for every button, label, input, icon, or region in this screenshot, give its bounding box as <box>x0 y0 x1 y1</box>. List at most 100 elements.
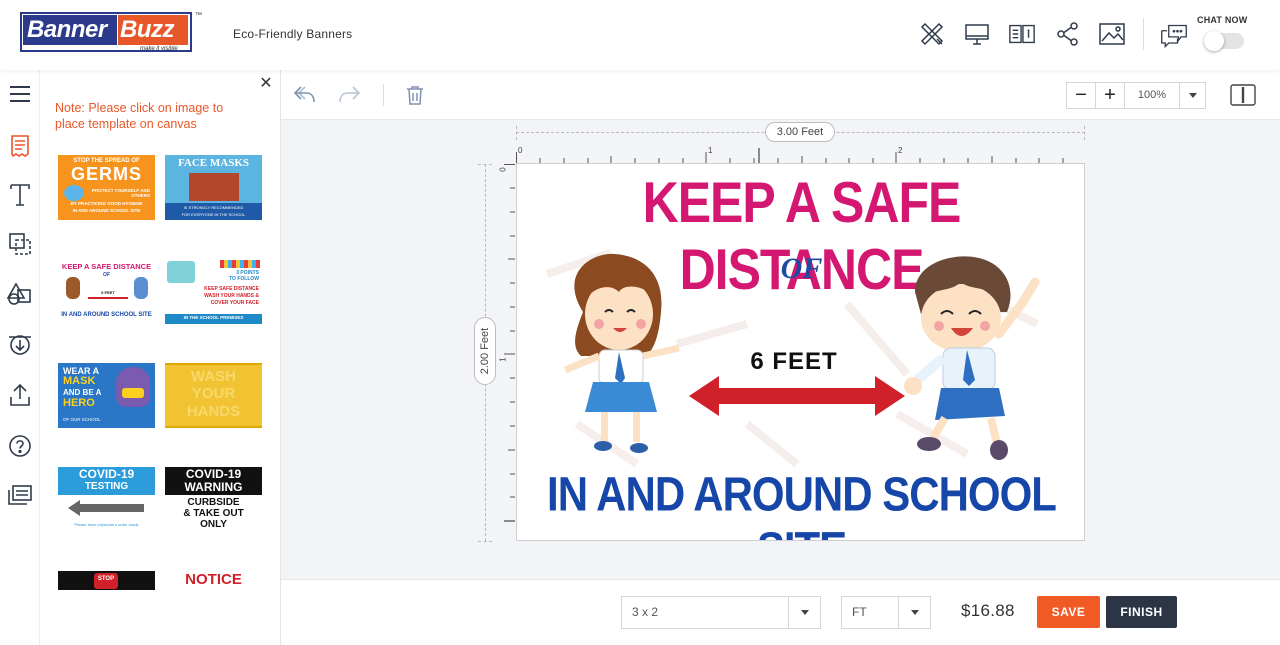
horizontal-ruler: 0 1 2 <box>516 146 1085 163</box>
template-line: COVID-19 <box>78 467 135 481</box>
height-label-pill: 2.00 Feet <box>474 317 496 385</box>
toolbar-divider <box>383 84 384 106</box>
bannerbuzz-logo[interactable]: Banner Buzz make it visible ™ <box>20 12 202 54</box>
panel-note: Note: Please click on image to place tem… <box>55 101 224 131</box>
logo-word-banner: Banner <box>23 15 117 45</box>
left-rail <box>0 70 40 645</box>
image-icon[interactable] <box>1098 20 1126 48</box>
girl-illustration[interactable] <box>553 252 693 472</box>
zoom-in-button[interactable]: + <box>1096 83 1125 108</box>
text-icon[interactable] <box>4 179 36 211</box>
header: Banner Buzz make it visible ™ Eco-Friend… <box>0 0 1280 70</box>
layers-icon[interactable] <box>4 480 36 512</box>
chat-toggle[interactable] <box>1204 31 1244 51</box>
design-tools-icon[interactable] <box>918 20 946 48</box>
arrow-left-icon <box>68 500 80 516</box>
vertical-ruler: 0 1 <box>498 164 515 541</box>
template-illustration <box>189 173 239 201</box>
zoom-level[interactable]: 100% <box>1125 83 1180 108</box>
share-icon[interactable] <box>1054 20 1082 48</box>
template-line: WASH YOUR HANDS & <box>204 293 259 299</box>
mask-icon <box>122 388 144 398</box>
template-line: OF OUR SCHOOL <box>63 417 101 422</box>
chat-now-label: CHAT NOW <box>1197 15 1248 25</box>
menu-icon[interactable] <box>4 78 36 110</box>
templates-icon[interactable] <box>4 130 36 162</box>
template-covid-testing[interactable]: COVID-19 TESTING Please have physician's… <box>58 467 155 532</box>
template-line: KEEP A SAFE DISTANCE <box>61 262 152 271</box>
specs-icon[interactable] <box>1008 20 1036 48</box>
template-line: CURBSIDE <box>187 497 240 508</box>
template-line: ONLY <box>200 519 227 530</box>
boy-illustration[interactable] <box>895 252 1055 472</box>
arrow-icon <box>88 297 128 299</box>
zoom-out-button[interactable]: − <box>1067 83 1096 108</box>
redo-icon[interactable] <box>336 82 362 108</box>
template-three-points[interactable]: 3 POINTS TO FOLLOW KEEP SAFE DISTANCE WA… <box>165 259 262 324</box>
double-arrow-icon[interactable] <box>687 374 907 418</box>
template-line: IN THE SCHOOL PREMISES <box>183 315 244 320</box>
ruler-label: 1 <box>498 357 508 362</box>
template-wash-hands[interactable]: WASH YOUR HANDS <box>165 363 262 428</box>
ruler-ticks <box>504 164 515 522</box>
ruler-label: 2 <box>898 146 903 155</box>
template-line: STOP <box>97 576 115 582</box>
logo-trademark: ™ <box>195 12 202 19</box>
hero-figure <box>116 367 150 407</box>
bottom-bar: 3 x 2 FT $16.88 SAVE FINISH <box>281 579 1280 645</box>
size-select[interactable]: 3 x 2 <box>621 596 821 629</box>
boy-figure <box>134 277 148 299</box>
pencils-illustration <box>220 260 260 268</box>
template-face-masks[interactable]: FACE MASKS IS STRONGLY RECOMMENDED FOR E… <box>165 155 262 220</box>
template-notice[interactable]: NOTICE <box>165 571 262 590</box>
unit-select[interactable]: FT <box>841 596 931 629</box>
template-line: HANDS <box>186 403 241 420</box>
chat-icon[interactable] <box>1160 22 1188 50</box>
help-icon[interactable] <box>4 430 36 462</box>
template-line: MASK <box>63 375 96 387</box>
template-line: COVER YOUR FACE <box>210 300 259 306</box>
template-covid-warning[interactable]: COVID-19 WARNING CURBSIDE & TAKE OUT ONL… <box>165 467 262 532</box>
sign-bottom-text[interactable]: IN AND AROUND SCHOOL SITE <box>517 467 1084 540</box>
undo-icon[interactable] <box>292 82 318 108</box>
height-dimension-tick <box>478 541 492 542</box>
editor-toolbar: − + 100% <box>281 70 1280 120</box>
upload-icon[interactable] <box>4 379 36 411</box>
template-panel: ✕ Note: Please click on image to place t… <box>40 70 281 645</box>
template-line: Please have physician's order ready <box>74 522 139 527</box>
close-panel-icon[interactable]: ✕ <box>258 76 274 92</box>
clipart-icon[interactable] <box>4 278 36 310</box>
template-line: PROTECT YOURSELF AND OTHERS <box>91 188 150 198</box>
unit-dropdown[interactable] <box>898 597 930 628</box>
logo-word-buzz: Buzz <box>118 15 188 45</box>
template-line: WASH <box>191 368 236 385</box>
preview-icon[interactable] <box>963 20 991 48</box>
template-stop[interactable]: STOP <box>58 571 155 590</box>
template-line: IN AND AROUND SCHOOL SITE <box>61 312 152 318</box>
template-germs[interactable]: STOP THE SPREAD OF GERMS PROTECT YOURSEL… <box>58 155 155 220</box>
girl-figure <box>66 277 80 299</box>
template-illustration <box>167 261 195 283</box>
template-line: FOR EVERYONE IN THE SCHOOL <box>181 212 246 217</box>
template-wear-mask[interactable]: WEAR A MASK AND BE A HERO OF OUR SCHOOL <box>58 363 155 428</box>
save-button[interactable]: SAVE <box>1037 596 1100 628</box>
trash-icon[interactable] <box>402 82 428 108</box>
toggle-knob <box>1204 31 1224 51</box>
size-value: 3 x 2 <box>632 605 659 619</box>
zoom-dropdown[interactable] <box>1180 83 1206 108</box>
template-safe-distance[interactable]: KEEP A SAFE DISTANCE OF 6 FEET IN AND AR… <box>58 259 155 324</box>
finish-button[interactable]: FINISH <box>1106 596 1177 628</box>
shapes-icon[interactable] <box>4 228 36 260</box>
template-line: IN AND AROUND SCHOOL SITE <box>72 208 141 213</box>
sign-distance-label[interactable]: 6 FEET <box>717 348 871 376</box>
template-line: 6 FEET <box>101 290 115 295</box>
split-view-icon[interactable] <box>1229 82 1257 108</box>
size-dropdown[interactable] <box>788 597 820 628</box>
template-line: TESTING <box>84 481 129 492</box>
ruler-ticks <box>516 148 1064 163</box>
width-dimension-tick <box>516 126 517 140</box>
width-dimension-tick <box>1084 126 1085 140</box>
logo-tagline: make it visible <box>140 46 178 52</box>
design-canvas[interactable]: KEEP A SAFE DISTANCE OF 6 FEET IN AND AR… <box>516 163 1085 541</box>
background-icon[interactable] <box>4 328 36 360</box>
